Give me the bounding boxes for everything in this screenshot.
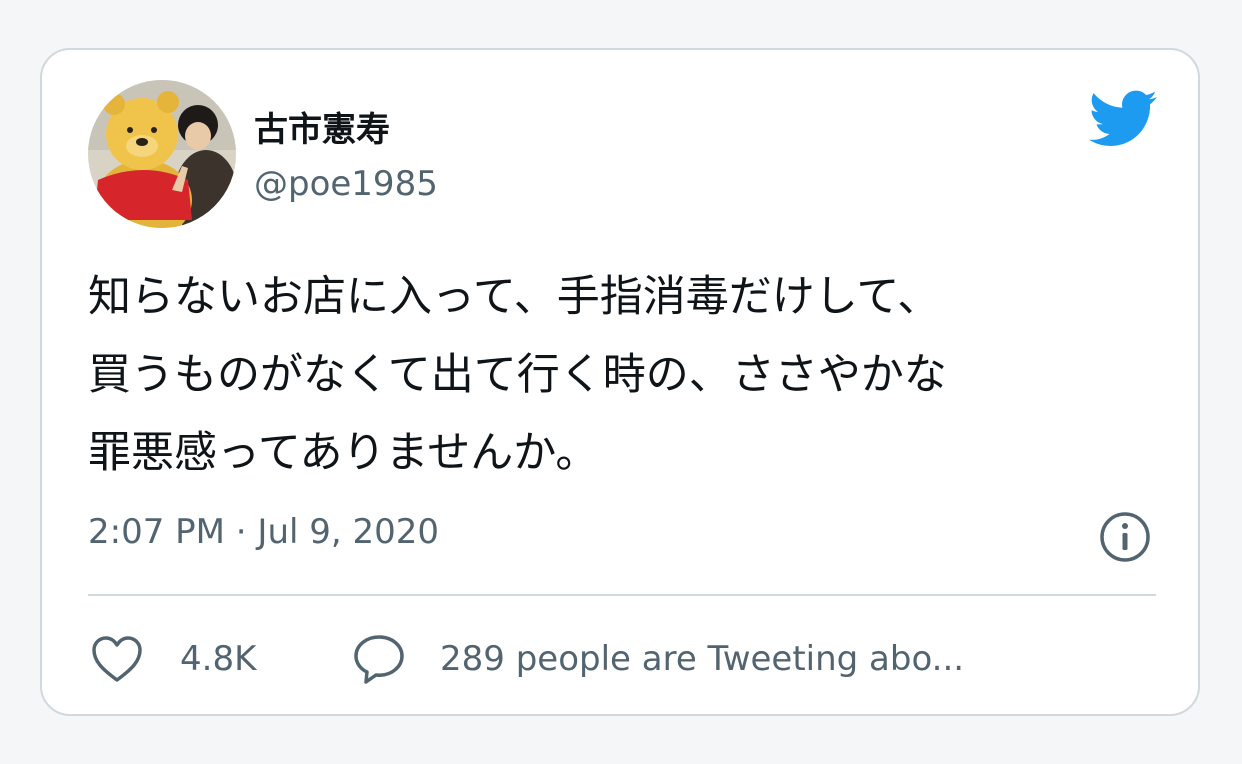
speech-bubble-icon: [354, 635, 404, 684]
tweet-text-line: 買うものがなくて出て行く時の、ささやかな: [88, 350, 947, 400]
tweet-text-line: 罪悪感ってありませんか。: [88, 428, 599, 478]
tweet-text-line: 知らないお店に入って、手指消毒だけして、: [88, 272, 941, 322]
reply-text: 289 people are Tweeting abo...: [440, 639, 965, 679]
tweet-card: 古市憲寿 @poe1985 知らないお店に入って、手指消毒だけして、 買うものが…: [40, 48, 1200, 716]
divider: [88, 594, 1156, 596]
tweet-timestamp[interactable]: 2:07 PM · Jul 9, 2020: [88, 512, 439, 552]
author-handle[interactable]: @poe1985: [254, 164, 438, 204]
like-count: 4.8K: [180, 639, 257, 679]
avatar[interactable]: [88, 80, 236, 228]
reply-button[interactable]: 289 people are Tweeting abo...: [352, 632, 964, 686]
heart-icon: [92, 636, 142, 682]
twitter-bird-icon[interactable]: [1086, 90, 1158, 150]
tweet-text: 知らないお店に入って、手指消毒だけして、 買うものがなくて出て行く時の、ささやか…: [88, 258, 1168, 492]
display-name[interactable]: 古市憲寿: [254, 102, 390, 151]
avatar-image: [88, 80, 236, 228]
info-icon[interactable]: [1098, 510, 1152, 564]
like-button[interactable]: 4.8K: [90, 632, 256, 686]
